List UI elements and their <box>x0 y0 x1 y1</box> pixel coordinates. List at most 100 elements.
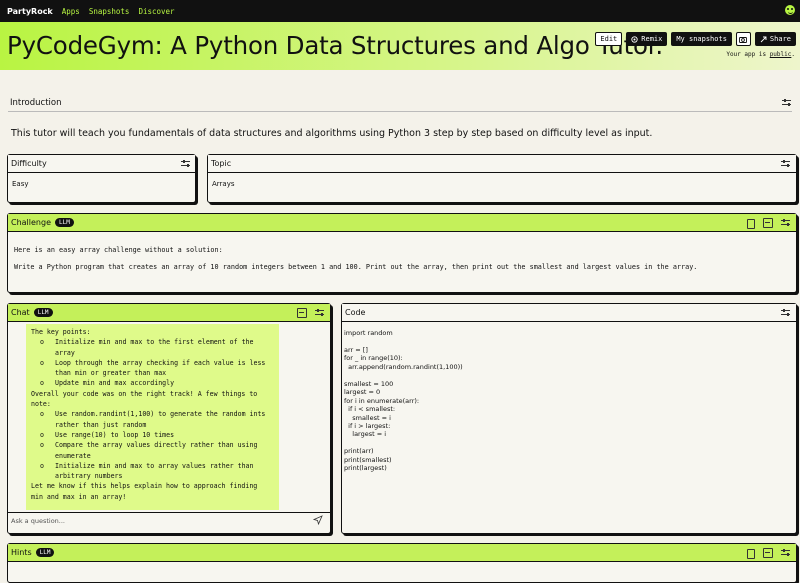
share-button-label: Share <box>769 35 791 43</box>
chat-line-text: Initialize min and max to array values r… <box>55 461 254 470</box>
visibility-note: Your app is public. <box>726 51 795 58</box>
bullet-icon: o <box>40 410 44 419</box>
copy-icon[interactable] <box>747 549 755 559</box>
chat-line: o Use random.randint(1,100) to generate t… <box>31 409 265 419</box>
chat-line: o Initialize min and max to the first ele… <box>31 337 265 347</box>
chat-line: than min or greater than max <box>31 368 265 378</box>
bullet-icon: o <box>40 358 44 367</box>
chat-line-text: Let me know if this helps explain how to… <box>31 482 258 491</box>
difficulty-card: Difficulty Easy <box>7 154 196 203</box>
code-title: Code <box>345 308 366 317</box>
chat-line-text: arbitrary numbers <box>55 472 123 481</box>
snapshot-camera-button[interactable] <box>735 32 751 46</box>
hints-header: Hints LLM <box>8 544 796 562</box>
chat-line: Overall your code was on the right track… <box>31 389 265 399</box>
edit-button-label: Edit <box>600 35 618 43</box>
camera-icon <box>739 36 748 43</box>
chat-line-text: Initialize min and max to the first elem… <box>55 338 254 347</box>
chat-line: arbitrary numbers <box>31 471 265 481</box>
introduction-text: This tutor will teach you fundamentals o… <box>11 128 653 139</box>
settings-sliders-icon[interactable] <box>781 309 790 316</box>
chat-line-text: Use random.randint(1,100) to generate th… <box>55 410 266 419</box>
send-icon[interactable] <box>313 515 323 525</box>
brand-logo[interactable]: PartyRock <box>7 7 53 16</box>
code-header: Code <box>342 304 796 322</box>
difficulty-value[interactable]: Easy <box>12 180 29 188</box>
smiley-icon[interactable] <box>785 5 795 15</box>
chat-line-text: note: <box>31 400 51 409</box>
chat-header: Chat LLM <box>8 304 330 322</box>
my-snapshots-button[interactable]: My snapshots <box>671 32 732 46</box>
chat-message-text: The key points: o Initialize min and max t… <box>31 327 265 502</box>
copy-icon[interactable] <box>747 219 755 229</box>
chat-line: rather than just random <box>31 420 265 430</box>
chat-line-text: Compare the array values directly rather… <box>55 441 258 450</box>
chat-line-text: array <box>55 348 75 357</box>
chat-line: o Use range(10) to loop 10 times <box>31 430 265 440</box>
chat-line-text: enumerate <box>55 451 91 460</box>
challenge-header: Challenge LLM <box>8 214 796 232</box>
app-header: PyCodeGym: A Python Data Structures and … <box>0 22 800 70</box>
settings-sliders-icon[interactable] <box>782 99 791 106</box>
bullet-icon: o <box>40 379 44 388</box>
settings-sliders-icon[interactable] <box>181 160 190 167</box>
topic-value[interactable]: Arrays <box>212 180 235 188</box>
chat-line: min and max in an array! <box>31 492 265 502</box>
nav-link-snapshots[interactable]: Snapshots <box>89 7 130 16</box>
llm-badge: LLM <box>33 308 53 317</box>
bullet-icon: o <box>40 430 44 439</box>
public-link[interactable]: public <box>770 51 792 58</box>
chat-line-text: The key points: <box>31 328 91 336</box>
chat-line: enumerate <box>31 451 265 461</box>
chat-line: The key points: <box>31 327 265 337</box>
nav-link-discover[interactable]: Discover <box>138 7 174 16</box>
chat-line-text: min and max in an array! <box>31 492 127 501</box>
edit-button[interactable]: Edit <box>595 32 623 46</box>
save-icon[interactable] <box>763 218 773 228</box>
chat-line-text: Loop through the array checking if each … <box>55 358 266 367</box>
challenge-body-text: Write a Python program that creates an a… <box>14 263 698 271</box>
settings-sliders-icon[interactable] <box>781 219 790 226</box>
my-snapshots-label: My snapshots <box>676 35 727 43</box>
chat-line: array <box>31 348 265 358</box>
hints-card: Hints LLM <box>7 543 797 583</box>
chat-line: Let me know if this helps explain how to… <box>31 481 265 491</box>
visibility-suffix: . <box>791 51 795 58</box>
chat-line-text: Use range(10) to loop 10 times <box>55 430 175 439</box>
save-icon[interactable] <box>763 548 773 558</box>
remix-button[interactable]: Remix <box>626 32 668 46</box>
difficulty-title: Difficulty <box>11 159 47 168</box>
chat-line: o Initialize min and max to array values … <box>31 461 265 471</box>
remix-icon <box>631 35 638 43</box>
save-icon[interactable] <box>297 308 307 318</box>
share-icon <box>760 36 767 42</box>
chat-line: o Loop through the array checking if each… <box>31 358 265 368</box>
difficulty-header: Difficulty <box>8 155 195 173</box>
chat-line-text: rather than just random <box>55 420 147 429</box>
chat-input-divider <box>8 512 330 513</box>
visibility-prefix: Your app is <box>726 51 770 58</box>
code-text[interactable]: import random arr = [] for _ in range(10… <box>344 329 463 473</box>
settings-sliders-icon[interactable] <box>781 160 790 167</box>
llm-badge: LLM <box>55 218 74 227</box>
top-navigation-bar: PartyRock Apps Snapshots Discover <box>0 0 800 22</box>
topic-card: Topic Arrays <box>207 154 797 203</box>
settings-sliders-icon[interactable] <box>781 549 790 556</box>
chat-line: o Compare the array values directly rathe… <box>31 440 265 450</box>
share-button[interactable]: Share <box>754 32 796 46</box>
page-title: PyCodeGym: A Python Data Structures and … <box>7 31 664 60</box>
chat-line: note: <box>31 399 265 409</box>
llm-badge: LLM <box>35 548 55 557</box>
chat-input[interactable]: Ask a question... <box>11 517 65 525</box>
settings-sliders-icon[interactable] <box>315 309 324 316</box>
chat-message: The key points: o Initialize min and max t… <box>26 324 279 510</box>
chat-title: Chat <box>11 308 30 317</box>
bullet-icon: o <box>40 441 44 450</box>
topic-header: Topic <box>208 155 796 173</box>
chat-line: o Update min and max accordingly <box>31 378 265 388</box>
remix-button-label: Remix <box>641 35 663 43</box>
chat-line-text: than min or greater than max <box>55 369 167 378</box>
divider <box>8 111 792 112</box>
nav-link-apps[interactable]: Apps <box>62 7 80 16</box>
challenge-card: Challenge LLM Here is an easy array chal… <box>7 213 797 293</box>
